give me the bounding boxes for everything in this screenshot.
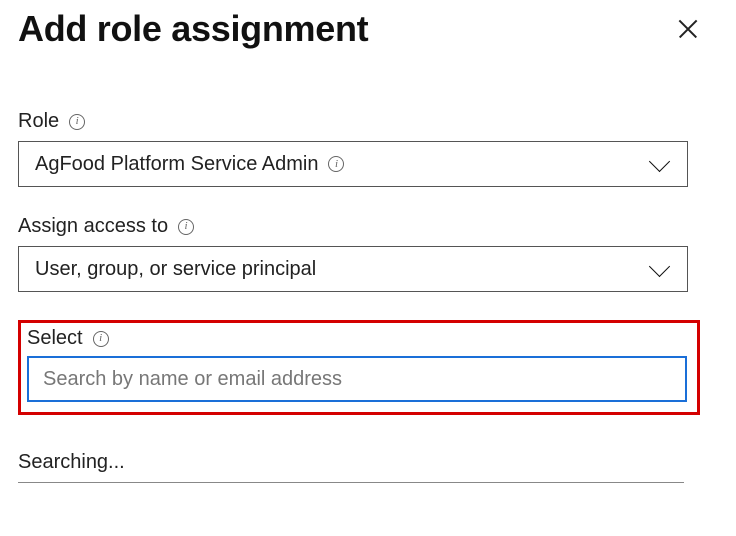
role-dropdown-value: AgFood Platform Service Admin i xyxy=(35,153,344,176)
info-icon[interactable]: i xyxy=(93,331,109,347)
chevron-down-icon xyxy=(649,262,671,276)
search-results: Searching... xyxy=(18,451,718,483)
assign-access-dropdown-value: User, group, or service principal xyxy=(35,258,316,281)
assign-access-dropdown[interactable]: User, group, or service principal xyxy=(18,246,688,292)
select-field-highlight: Select i xyxy=(18,320,700,415)
assign-access-label-row: Assign access to i xyxy=(18,215,718,238)
results-divider xyxy=(18,482,684,483)
select-search-input[interactable] xyxy=(27,356,687,402)
role-dropdown-text: AgFood Platform Service Admin xyxy=(35,153,318,176)
info-icon[interactable]: i xyxy=(328,156,344,172)
panel-title: Add role assignment xyxy=(18,8,368,50)
select-label-row: Select i xyxy=(27,327,689,350)
chevron-down-icon xyxy=(649,157,671,171)
info-icon[interactable]: i xyxy=(178,219,194,235)
role-label: Role xyxy=(18,110,59,133)
assign-access-label: Assign access to xyxy=(18,215,168,238)
role-label-row: Role i xyxy=(18,110,718,133)
role-dropdown[interactable]: AgFood Platform Service Admin i xyxy=(18,141,688,187)
role-field: Role i AgFood Platform Service Admin i xyxy=(18,110,718,187)
assign-access-field: Assign access to i User, group, or servi… xyxy=(18,215,718,292)
select-label: Select xyxy=(27,327,83,350)
panel-header: Add role assignment xyxy=(18,8,718,50)
search-status: Searching... xyxy=(18,451,718,482)
info-icon[interactable]: i xyxy=(69,114,85,130)
close-button[interactable] xyxy=(672,13,704,45)
